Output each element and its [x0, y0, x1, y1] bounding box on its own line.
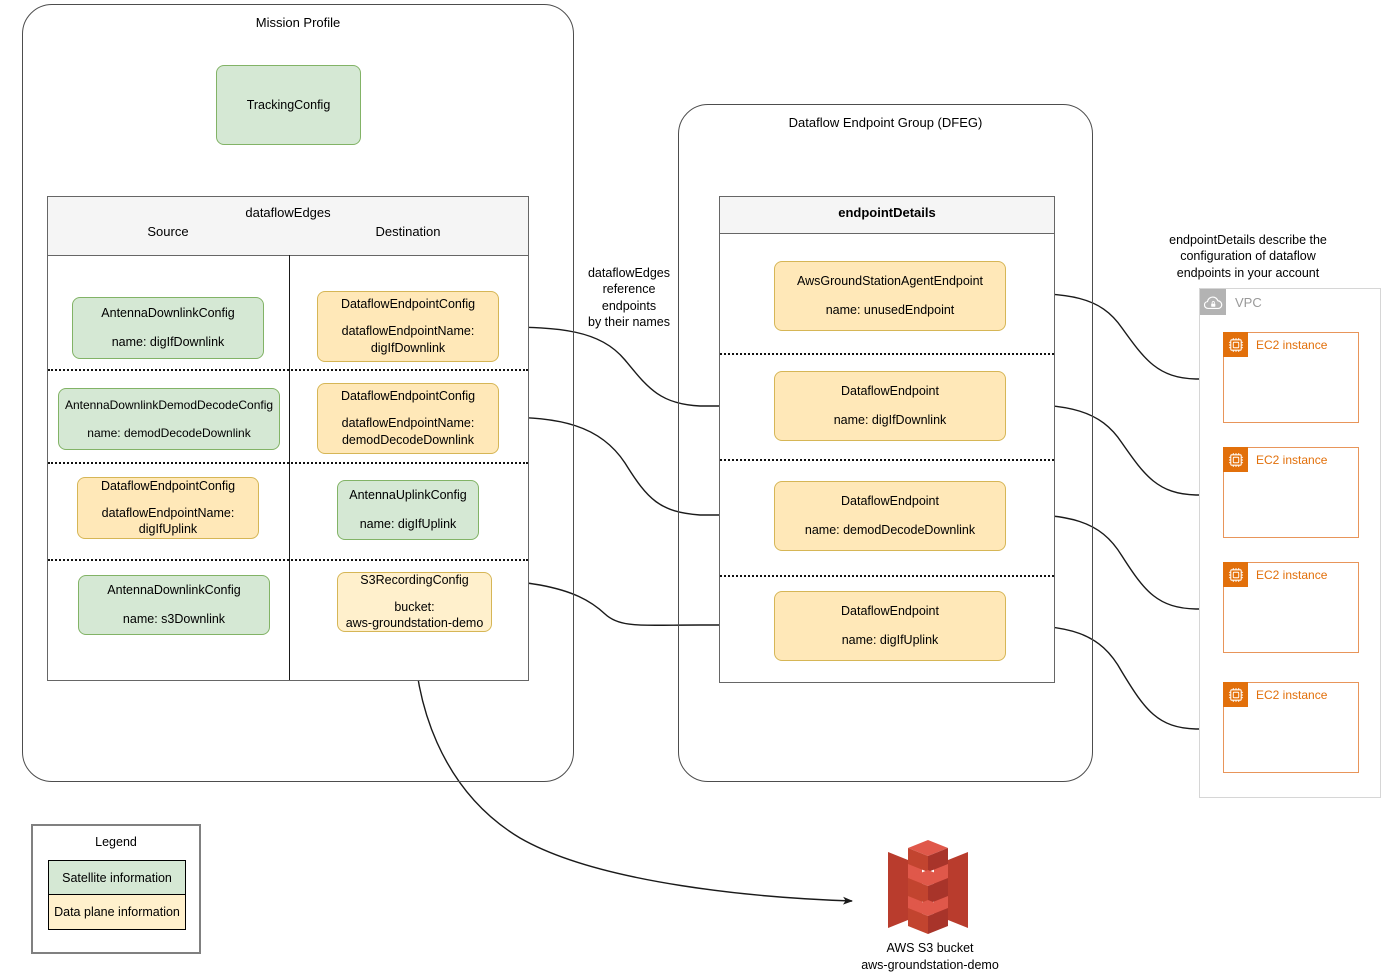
ec2-instance-header: EC2 instance	[1223, 447, 1327, 472]
node-tracking-config: TrackingConfig	[216, 65, 361, 145]
list-item: DataflowEndpoint name: demodDecodeDownli…	[774, 481, 1006, 551]
ec2-instance-label: EC2 instance	[1256, 452, 1328, 467]
ec2-instance-card: EC2 instance	[1223, 447, 1359, 538]
table-row-divider-1	[48, 369, 528, 371]
node-detail-label: name: demodDecodeDownlink	[804, 523, 976, 537]
node-type-label: AntennaDownlinkConfig	[101, 306, 235, 321]
endpoint-details-table-header: endpointDetails	[720, 197, 1054, 234]
legend-title: Legend	[95, 835, 137, 849]
legend: Legend Satellite information Data plane …	[31, 824, 201, 954]
node-type-label: DataflowEndpointConfig	[340, 389, 476, 404]
endpoint-row-divider-3	[720, 575, 1054, 577]
dataflow-edges-column-headers: Source Destination	[48, 224, 528, 245]
table-row: DataflowEndpointConfig dataflowEndpointN…	[77, 477, 259, 539]
list-item: DataflowEndpoint name: digIfDownlink	[774, 371, 1006, 441]
annotation-edges-reference: dataflowEdges reference endpoints by the…	[587, 266, 670, 329]
table-row: AntennaDownlinkConfig name: digIfDownlin…	[72, 297, 264, 359]
table-column-divider	[289, 255, 290, 680]
node-type-label: S3RecordingConfig	[360, 572, 469, 587]
node-type-label: DataflowEndpoint	[841, 494, 939, 509]
legend-item-label: Data plane information	[54, 905, 180, 919]
ec2-instance-header: EC2 instance	[1223, 562, 1327, 587]
vpc-cloud-lock-icon	[1200, 289, 1226, 315]
ec2-instance-label: EC2 instance	[1256, 567, 1328, 582]
table-row: DataflowEndpointConfig dataflowEndpointN…	[317, 383, 499, 454]
ec2-chip-icon	[1223, 682, 1248, 707]
node-type-label: AwsGroundStationAgentEndpoint	[796, 274, 983, 289]
node-detail-label: name: digIfDownlink	[111, 335, 225, 349]
legend-item-satellite: Satellite information	[48, 860, 186, 896]
ec2-instance-card: EC2 instance	[1223, 682, 1359, 773]
vpc-container: VPC EC2 instance EC2 instance EC2 instan…	[1199, 288, 1381, 798]
node-type-label: AntennaUplinkConfig	[349, 488, 467, 503]
dataflow-edges-title: dataflowEdges	[245, 205, 331, 220]
ec2-instance-card: EC2 instance	[1223, 562, 1359, 653]
table-row-divider-3	[48, 559, 528, 561]
ec2-instance-card: EC2 instance	[1223, 332, 1359, 423]
endpoint-details-title: endpointDetails	[838, 205, 936, 220]
column-header-destination: Destination	[375, 224, 441, 239]
ec2-instance-header: EC2 instance	[1223, 682, 1327, 707]
column-header-source: Source	[147, 224, 189, 239]
annotation-endpoint-details-describe: endpointDetails describe the configurati…	[1169, 233, 1327, 280]
node-type-label: DataflowEndpointConfig	[100, 478, 236, 493]
node-detail-label: name: s3Downlink	[122, 612, 226, 626]
table-row: DataflowEndpointConfig dataflowEndpointN…	[317, 291, 499, 362]
list-item: DataflowEndpoint name: digIfUplink	[774, 591, 1006, 661]
aws-s3-bucket-icon	[872, 838, 984, 938]
endpoint-row-divider-2	[720, 459, 1054, 461]
ec2-instance-label: EC2 instance	[1256, 687, 1328, 702]
node-type-label: DataflowEndpointConfig	[340, 297, 476, 312]
ec2-instance-header: EC2 instance	[1223, 332, 1327, 357]
table-row: AntennaDownlinkDemodDecodeConfig name: d…	[58, 388, 280, 450]
node-detail-label: name: demodDecodeDownlink	[87, 426, 251, 440]
node-detail-label: dataflowEndpointName: digIfDownlink	[341, 324, 475, 355]
s3-caption-line-1: AWS S3 bucket	[886, 941, 974, 955]
table-row: S3RecordingConfig bucket: aws-groundstat…	[337, 572, 492, 632]
node-detail-label: bucket: aws-groundstation-demo	[345, 599, 484, 631]
node-type-label: DataflowEndpoint	[841, 384, 939, 399]
ec2-chip-icon	[1223, 332, 1248, 357]
table-row-divider-2	[48, 462, 528, 464]
ec2-instance-label: EC2 instance	[1256, 337, 1328, 352]
vpc-header: VPC	[1200, 289, 1262, 315]
node-detail-label: name: unusedEndpoint	[825, 303, 955, 317]
ec2-chip-icon	[1223, 447, 1248, 472]
node-detail-label: name: digIfDownlink	[833, 413, 947, 427]
ec2-chip-icon	[1223, 562, 1248, 587]
dfeg-title: Dataflow Endpoint Group (DFEG)	[788, 115, 983, 130]
diagram-canvas: Mission Profile TrackingConfig dataflowE…	[0, 0, 1388, 978]
node-type-label: AntennaDownlinkConfig	[107, 583, 241, 598]
mission-profile-title: Mission Profile	[255, 15, 341, 30]
tracking-config-label: TrackingConfig	[246, 97, 331, 112]
table-row: AntennaUplinkConfig name: digIfUplink	[337, 480, 479, 540]
legend-item-label: Satellite information	[62, 871, 172, 885]
table-row: AntennaDownlinkConfig name: s3Downlink	[78, 575, 270, 635]
s3-caption-line-2: aws-groundstation-demo	[861, 957, 999, 972]
node-detail-label: dataflowEndpointName: demodDecodeDownlin…	[341, 416, 475, 447]
node-detail-label: name: digIfUplink	[841, 633, 939, 647]
node-type-label: DataflowEndpoint	[841, 604, 939, 619]
dataflow-edges-table-header: dataflowEdges Source Destination	[48, 197, 528, 256]
node-detail-label: name: digIfUplink	[359, 517, 457, 531]
node-detail-label: dataflowEndpointName: digIfUplink	[101, 505, 235, 537]
endpoint-row-divider-1	[720, 353, 1054, 355]
legend-item-data-plane: Data plane information	[48, 894, 186, 930]
vpc-label: VPC	[1235, 294, 1262, 310]
s3-bucket-caption: AWS S3 bucket aws-groundstation-demo	[830, 940, 1030, 974]
node-type-label: AntennaDownlinkDemodDecodeConfig	[64, 397, 274, 412]
list-item: AwsGroundStationAgentEndpoint name: unus…	[774, 261, 1006, 331]
